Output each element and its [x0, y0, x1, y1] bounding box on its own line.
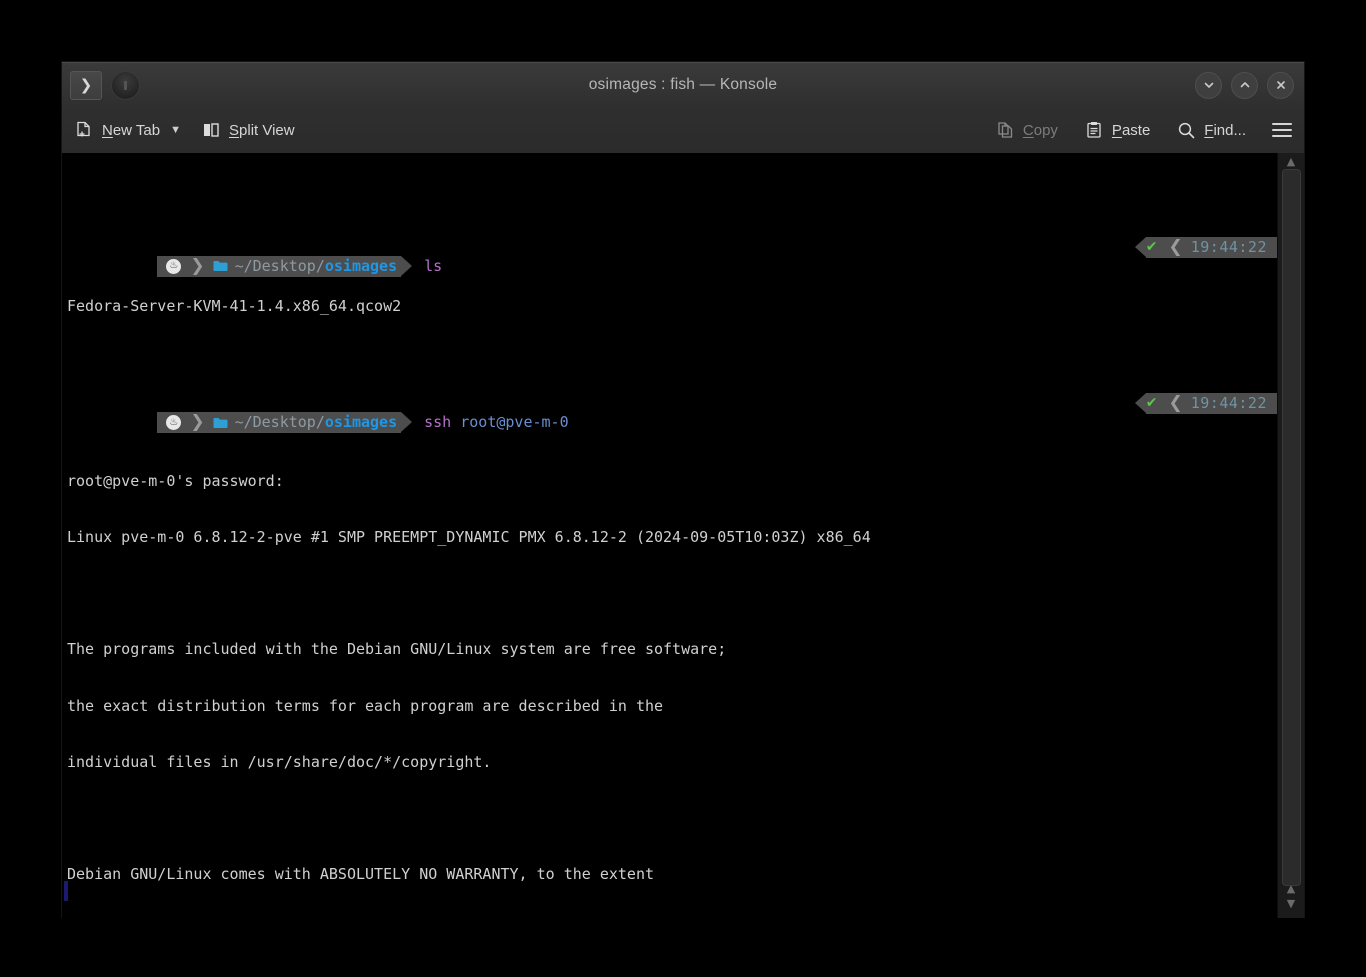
hamburger-bar: [1272, 123, 1292, 125]
window-titlebar[interactable]: ❯ osimages : fish — Konsole: [62, 62, 1304, 107]
output-line: Linux pve-m-0 6.8.12-2-pve #1 SMP PREEMP…: [67, 527, 871, 546]
window-title: osimages : fish — Konsole: [588, 76, 778, 93]
chevron-down-icon[interactable]: ▼: [1287, 897, 1295, 910]
command-arg: root@pve-m-0: [460, 413, 569, 432]
split-view-button[interactable]: Split View: [201, 120, 295, 140]
output-line: Debian GNU/Linux comes with ABSOLUTELY N…: [67, 865, 654, 884]
command-text: ls: [424, 256, 443, 275]
timestamp: 19:44:22: [1190, 394, 1267, 413]
prompt-path-bright: osimages: [324, 256, 398, 275]
chevron-left-icon: ❮: [1168, 393, 1183, 414]
titlebar-left-controls: ❯: [70, 70, 140, 100]
split-view-label: Split View: [229, 121, 295, 139]
check-icon: ✔: [1145, 395, 1158, 412]
screen: ❯ osimages : fish — Konsole New Tab ▼ Sp…: [0, 0, 1366, 977]
fish-shell-icon: ♨: [157, 412, 189, 433]
hamburger-bar: [1272, 129, 1292, 131]
folder-icon: [213, 260, 228, 272]
minimize-icon[interactable]: [1195, 71, 1222, 99]
chevron-right-icon: ❯: [188, 412, 213, 433]
command-text: ssh: [424, 413, 461, 432]
output-line: root@pve-m-0's password:: [67, 471, 284, 490]
status-body: ✔ ❮ 19:44:22: [1145, 393, 1277, 415]
hamburger-bar: [1272, 135, 1292, 137]
toolbar-left-group: New Tab ▼ Split View: [74, 120, 295, 140]
output-line: individual files in /usr/share/doc/*/cop…: [67, 752, 492, 771]
prompt-tail: [401, 412, 413, 432]
prompt-tail: [401, 255, 413, 276]
prompt-status: ✔ ❮ 19:44:22: [1134, 393, 1277, 415]
desktop-text-caret: [64, 881, 68, 901]
chevron-right-icon: ❯: [188, 255, 213, 277]
find-label: Find...: [1204, 121, 1246, 139]
close-icon[interactable]: [1267, 71, 1294, 99]
toolbar-right-group: Copy Paste Find...: [995, 120, 1292, 140]
paste-icon: [1084, 120, 1104, 140]
prompt-path-dim: ~/Desktop/: [234, 413, 325, 432]
new-tab-icon: [74, 120, 94, 140]
folder-icon: [213, 417, 228, 429]
copy-button[interactable]: Copy: [995, 120, 1058, 140]
scrollbar-track[interactable]: [1278, 169, 1304, 886]
hamburger-menu-icon[interactable]: [1272, 123, 1292, 137]
fish-glyph: ♨: [166, 258, 182, 274]
new-tab-label: New Tab: [102, 121, 161, 139]
split-view-icon: [201, 120, 221, 140]
prompt-path: ~/Desktop/osimages: [212, 255, 402, 277]
scrollbar-thumb[interactable]: [1282, 169, 1301, 886]
session-orb-icon[interactable]: [111, 70, 140, 100]
prompt-path: ~/Desktop/osimages: [212, 412, 402, 433]
fish-shell-icon: ♨: [157, 255, 189, 277]
orb-dot: [124, 80, 127, 90]
paste-label: Paste: [1111, 121, 1151, 139]
fish-glyph: ♨: [166, 415, 182, 430]
prompt-path-dim: ~/Desktop/: [234, 256, 325, 275]
terminal-prompt-icon[interactable]: ❯: [70, 70, 102, 100]
konsole-window: ❯ osimages : fish — Konsole New Tab ▼ Sp…: [62, 62, 1304, 918]
status-head: [1134, 237, 1146, 257]
scrollbar-up-arrow-top[interactable]: ▲: [1287, 153, 1295, 169]
chevron-left-icon: ❮: [1168, 237, 1183, 258]
prompt-path-bright: osimages: [324, 413, 398, 432]
timestamp: 19:44:22: [1190, 238, 1267, 257]
window-controls: [1195, 71, 1294, 99]
output-line: the exact distribution terms for each pr…: [67, 696, 664, 715]
terminal-area: ♨ ❯ ~/Desktop/osimages ls ✔ ❮ 19:44:22 Fedora…: [62, 153, 1304, 918]
chevron-down-icon[interactable]: ▼: [170, 124, 181, 136]
output-line: Fedora-Server-KVM-41-1.4.x86_64.qcow2: [67, 296, 402, 315]
status-head: [1134, 393, 1146, 414]
copy-icon: [995, 120, 1015, 140]
new-tab-label-rest: ew Tab: [112, 121, 161, 139]
output-line: The programs included with the Debian GN…: [67, 640, 727, 659]
search-icon: [1176, 120, 1196, 140]
prompt-line: ♨ ❯ ~/Desktop/osimages ssh root@pve-m-0 ✔ ❮ 1…: [67, 393, 1277, 433]
check-icon: ✔: [1145, 239, 1158, 256]
prompt-line: ♨ ❯ ~/Desktop/osimages ls ✔ ❮ 19:44:22: [67, 237, 1277, 277]
new-tab-button[interactable]: New Tab ▼: [74, 120, 181, 140]
terminal-output[interactable]: ♨ ❯ ~/Desktop/osimages ls ✔ ❮ 19:44:22 Fedora…: [62, 153, 1277, 918]
paste-button[interactable]: Paste: [1084, 120, 1150, 140]
maximize-icon[interactable]: [1231, 71, 1258, 99]
find-button[interactable]: Find...: [1176, 120, 1246, 140]
main-toolbar: New Tab ▼ Split View Copy Paste Find...: [62, 107, 1304, 153]
terminal-scrollbar[interactable]: ▲ ▲ ▼: [1277, 153, 1304, 918]
copy-label: Copy: [1022, 121, 1058, 139]
prompt-status: ✔ ❮ 19:44:22: [1134, 237, 1277, 258]
status-body: ✔ ❮ 19:44:22: [1145, 237, 1277, 258]
